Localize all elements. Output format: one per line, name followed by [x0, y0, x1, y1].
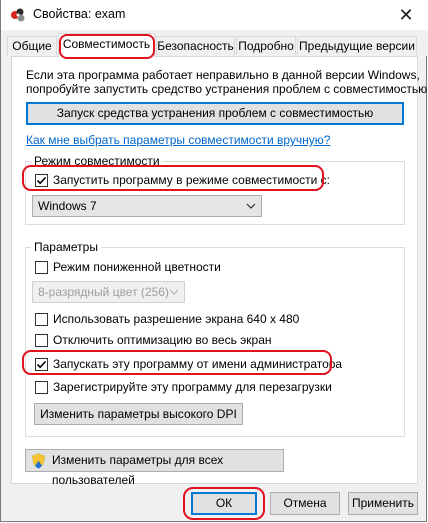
- title-bar: Свойства: exam ✕: [1, 0, 428, 30]
- tab-details[interactable]: Подробно: [236, 36, 296, 55]
- apply-button[interactable]: Применить: [348, 492, 418, 515]
- compat-mode-group-title: Режим совместимости: [31, 154, 163, 168]
- run-as-admin-label: Запускать эту программу от имени админис…: [53, 357, 343, 371]
- intro-text-line1: Если эта программа работает неправильно …: [26, 68, 420, 82]
- reduced-color-checkbox[interactable]: [35, 261, 48, 274]
- close-icon: ✕: [398, 5, 414, 25]
- resolution-640-checkbox[interactable]: [35, 313, 48, 326]
- tab-compatibility[interactable]: Совместимость: [58, 33, 155, 57]
- tab-strip: Общие Совместимость Безопасность Подробн…: [1, 30, 428, 57]
- button-label: Изменить параметры высокого DPI: [40, 407, 237, 421]
- button-label: Запуск средства устранения проблем с сов…: [56, 106, 374, 120]
- resolution-640-label: Использовать разрешение экрана 640 x 480: [53, 312, 300, 326]
- manual-settings-link[interactable]: Как мне выбрать параметры совместимости …: [26, 133, 330, 147]
- run-as-admin-checkbox[interactable]: [35, 358, 48, 371]
- checkmark-icon: [36, 176, 47, 185]
- disable-fullscreen-opt-label: Отключить оптимизацию во весь экран: [53, 333, 272, 347]
- cancel-button[interactable]: Отмена: [270, 492, 340, 515]
- run-troubleshooter-button[interactable]: Запуск средства устранения проблем с сов…: [26, 102, 404, 125]
- color-depth-select[interactable]: 8-разрядный цвет (256): [32, 281, 185, 303]
- settings-group-title: Параметры: [31, 240, 101, 254]
- app-icon: [11, 8, 25, 22]
- tab-previous-versions[interactable]: Предыдущие версии: [297, 36, 417, 55]
- ok-button[interactable]: ОК: [191, 492, 257, 515]
- tab-label: Совместимость: [62, 37, 151, 51]
- properties-window: Свойства: exam ✕ Общие Совместимость Без…: [0, 0, 428, 522]
- button-label: Применить: [351, 496, 414, 510]
- tab-label: Общие: [12, 39, 52, 53]
- close-button[interactable]: ✕: [383, 0, 428, 30]
- shield-icon: [32, 453, 45, 469]
- disable-fullscreen-opt-checkbox[interactable]: [35, 334, 48, 347]
- compat-mode-checkbox[interactable]: [35, 174, 48, 187]
- color-depth-value: 8-разрядный цвет (256): [38, 285, 169, 299]
- os-version-value: Windows 7: [38, 199, 97, 213]
- tab-label: Предыдущие версии: [299, 39, 415, 53]
- checkmark-icon: [36, 360, 47, 369]
- compat-mode-label: Запустить программу в режиме совместимос…: [53, 173, 330, 187]
- reduced-color-label: Режим пониженной цветности: [53, 260, 221, 274]
- tab-label: Безопасность: [157, 39, 234, 53]
- button-label: Отмена: [283, 496, 327, 510]
- tab-security[interactable]: Безопасность: [156, 36, 235, 55]
- high-dpi-button[interactable]: Изменить параметры высокого DPI: [34, 403, 243, 425]
- window-title: Свойства: exam: [33, 7, 126, 21]
- all-users-settings-button[interactable]: Изменить параметры для всех пользователе…: [25, 449, 284, 487]
- register-restart-label: Зарегистрируйте эту программу для переза…: [53, 380, 332, 394]
- chevron-down-icon: [169, 289, 179, 295]
- tab-general[interactable]: Общие: [7, 36, 57, 55]
- button-label: Изменить параметры для всех пользователе…: [52, 453, 224, 487]
- button-label: ОК: [215, 496, 233, 510]
- register-restart-checkbox[interactable]: [35, 381, 48, 394]
- tab-label: Подробно: [238, 39, 294, 53]
- intro-text-line2: попробуйте запустить средство устранения…: [26, 82, 428, 96]
- compatibility-panel: Если эта программа работает неправильно …: [11, 56, 428, 487]
- os-version-select[interactable]: Windows 7: [32, 195, 262, 217]
- chevron-down-icon: [246, 203, 256, 209]
